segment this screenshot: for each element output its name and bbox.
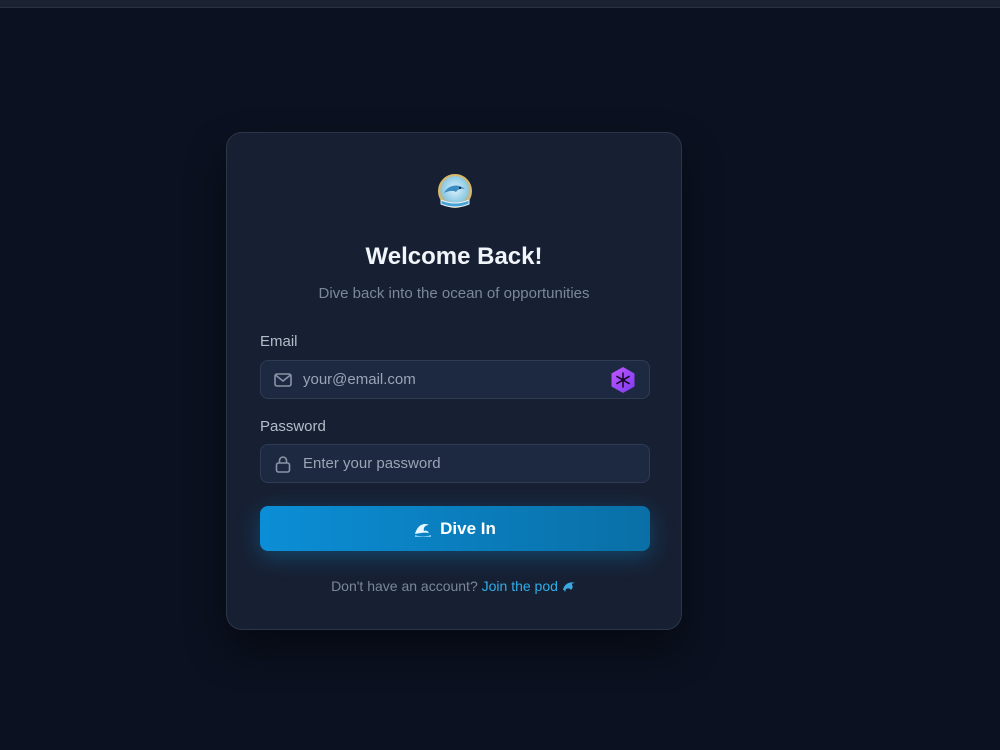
wave-icon <box>415 523 432 537</box>
lock-icon <box>275 456 291 473</box>
signup-prompt-text: Don't have an account? <box>331 578 478 594</box>
dive-in-button[interactable]: Dive In <box>260 506 650 551</box>
password-label: Password <box>260 418 326 435</box>
dolphin-icon <box>562 582 575 593</box>
page-subtitle: Dive back into the ocean of opportunitie… <box>318 285 590 302</box>
email-field[interactable]: your@email.com <box>260 360 650 399</box>
password-field[interactable]: Enter your password <box>260 444 650 483</box>
dive-in-label: Dive In <box>440 518 496 538</box>
login-card: Welcome Back! Dive back into the ocean o… <box>226 132 682 630</box>
join-the-pod-link[interactable]: Join the pod <box>482 578 558 594</box>
dolphin-logo-icon <box>438 174 472 208</box>
signup-prompt: Don't have an account? Join the pod <box>227 578 681 595</box>
mail-icon <box>274 373 292 387</box>
email-placeholder: your@email.com <box>303 371 416 388</box>
email-label: Email <box>260 333 298 350</box>
password-manager-extension-icon[interactable] <box>609 366 637 394</box>
password-placeholder: Enter your password <box>303 455 441 472</box>
browser-top-bar <box>0 0 1000 8</box>
page-title: Welcome Back! <box>365 243 543 270</box>
